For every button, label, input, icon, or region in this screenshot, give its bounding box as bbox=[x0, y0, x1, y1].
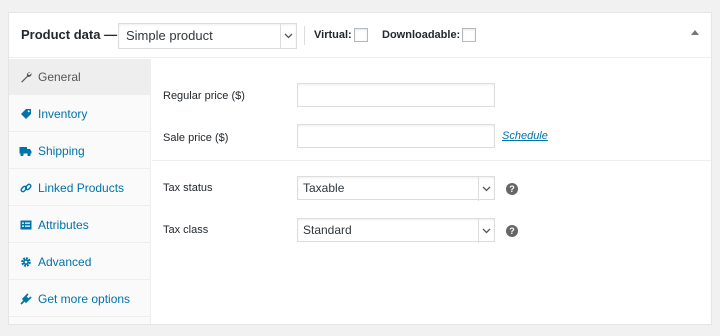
general-tab-content: Regular price ($) Sale price ($) Schedul… bbox=[152, 59, 711, 324]
product-data-tabs: General Inventory Shipping Linked Produc… bbox=[9, 59, 151, 324]
tab-advanced[interactable]: Advanced bbox=[9, 244, 151, 280]
product-data-header: Product data — Simple product Virtual: D… bbox=[9, 13, 711, 58]
tab-label: Attributes bbox=[38, 217, 89, 232]
product-data-panel: Product data — Simple product Virtual: D… bbox=[8, 12, 712, 325]
tax-class-value: Standard bbox=[303, 223, 352, 237]
schedule-link[interactable]: Schedule bbox=[502, 130, 548, 142]
gear-icon bbox=[19, 255, 32, 268]
tax-class-select[interactable]: Standard bbox=[297, 218, 495, 243]
downloadable-checkbox[interactable] bbox=[462, 28, 477, 42]
tab-label: General bbox=[38, 69, 81, 84]
section-divider bbox=[152, 160, 711, 161]
sale-price-input[interactable] bbox=[297, 124, 495, 148]
tab-label: Get more options bbox=[38, 291, 131, 306]
plugin-icon bbox=[19, 292, 32, 305]
link-icon bbox=[19, 181, 32, 194]
sale-price-label: Sale price ($) bbox=[163, 132, 229, 144]
collapse-toggle-icon[interactable] bbox=[691, 30, 699, 35]
tab-label: Linked Products bbox=[38, 180, 125, 195]
help-icon[interactable]: ? bbox=[506, 183, 518, 195]
tab-attributes[interactable]: Attributes bbox=[9, 207, 151, 243]
help-icon[interactable]: ? bbox=[506, 225, 518, 237]
tab-label: Inventory bbox=[38, 106, 88, 121]
product-type-select[interactable]: Simple product bbox=[118, 23, 297, 49]
downloadable-label: Downloadable: bbox=[382, 29, 461, 41]
virtual-option[interactable]: Virtual: bbox=[314, 28, 368, 42]
tab-label: Shipping bbox=[38, 143, 85, 158]
tax-status-label: Tax status bbox=[163, 182, 213, 194]
list-icon bbox=[19, 218, 32, 231]
chevron-down-icon[interactable] bbox=[478, 219, 494, 243]
tab-general[interactable]: General bbox=[9, 59, 151, 95]
regular-price-label: Regular price ($) bbox=[163, 90, 245, 102]
truck-icon bbox=[19, 144, 32, 157]
product-type-value: Simple product bbox=[126, 28, 213, 43]
virtual-checkbox[interactable] bbox=[353, 28, 368, 42]
tag-icon bbox=[19, 107, 32, 120]
tax-status-select[interactable]: Taxable bbox=[297, 176, 495, 201]
chevron-down-icon[interactable] bbox=[280, 24, 296, 48]
tax-status-value: Taxable bbox=[303, 181, 345, 195]
chevron-down-icon[interactable] bbox=[478, 177, 494, 201]
tax-class-label: Tax class bbox=[163, 224, 209, 236]
tab-inventory[interactable]: Inventory bbox=[9, 96, 151, 132]
virtual-label: Virtual: bbox=[314, 29, 352, 41]
tab-shipping[interactable]: Shipping bbox=[9, 133, 151, 169]
tab-label: Advanced bbox=[38, 254, 92, 269]
regular-price-input[interactable] bbox=[297, 83, 495, 107]
tab-get-more-options[interactable]: Get more options bbox=[9, 281, 151, 317]
panel-title: Product data — bbox=[21, 27, 118, 42]
header-separator bbox=[304, 26, 305, 45]
wrench-icon bbox=[19, 70, 32, 83]
downloadable-option[interactable]: Downloadable: bbox=[382, 28, 477, 42]
tab-linked-products[interactable]: Linked Products bbox=[9, 170, 151, 206]
